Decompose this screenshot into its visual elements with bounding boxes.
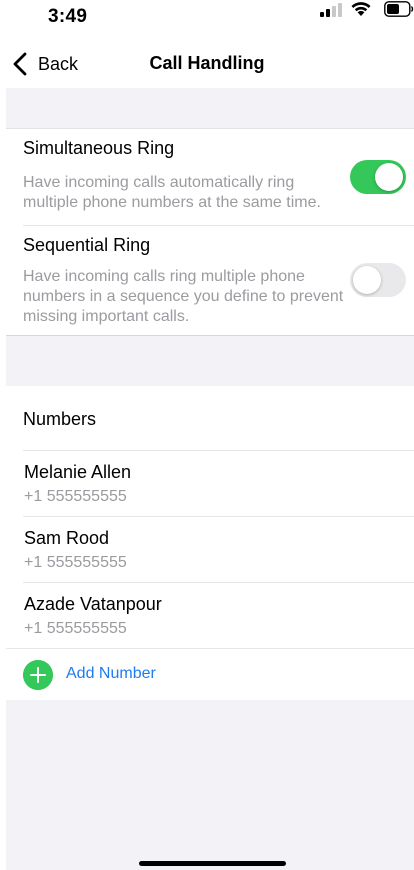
empty-area bbox=[6, 700, 414, 870]
contact-name: Melanie Allen bbox=[24, 462, 132, 482]
toggle-knob bbox=[353, 266, 381, 294]
section-spacer bbox=[6, 88, 414, 128]
number-list-item[interactable]: Melanie Allen +1 555555555 bbox=[6, 450, 414, 516]
contact-phone: +1 555555555 bbox=[24, 620, 127, 637]
ring-settings-section: Simultaneous Ring Have incoming calls au… bbox=[6, 128, 414, 336]
contact-name: Azade Vatanpour bbox=[24, 594, 162, 614]
simultaneous-ring-description: Have incoming calls automatically ring m… bbox=[23, 174, 321, 211]
numbers-header: Numbers bbox=[23, 409, 97, 429]
contact-name: Sam Rood bbox=[24, 528, 110, 548]
navigation-bar: Back Call Handling bbox=[0, 40, 414, 88]
add-number-button[interactable]: Add Number bbox=[6, 648, 414, 700]
page-title: Call Handling bbox=[149, 53, 265, 73]
phone-screen: 3:49 Back Call Handling Simultaneous Rin… bbox=[0, 0, 414, 870]
wifi-icon bbox=[351, 2, 371, 16]
status-time: 3:49 bbox=[48, 6, 88, 27]
number-list-item[interactable]: Sam Rood +1 555555555 bbox=[6, 516, 414, 582]
number-list-item[interactable]: Azade Vatanpour +1 555555555 bbox=[6, 582, 414, 648]
status-bar: 3:49 bbox=[0, 0, 414, 40]
numbers-section: Numbers Melanie Allen +1 555555555 Sam R… bbox=[6, 386, 414, 700]
sequential-ring-toggle[interactable] bbox=[350, 263, 406, 297]
sequential-ring-description: Have incoming calls ring multiple phone … bbox=[23, 268, 344, 325]
divider bbox=[23, 225, 414, 226]
plus-circle-icon[interactable] bbox=[23, 660, 53, 690]
toggle-knob bbox=[375, 163, 403, 191]
section-spacer bbox=[6, 336, 414, 386]
simultaneous-ring-title: Simultaneous Ring bbox=[23, 138, 175, 158]
simultaneous-ring-toggle[interactable] bbox=[350, 160, 406, 194]
signal-icon bbox=[320, 3, 342, 17]
add-number-label: Add Number bbox=[66, 665, 156, 682]
contact-phone: +1 555555555 bbox=[24, 554, 127, 571]
battery-icon bbox=[384, 1, 414, 17]
contact-phone: +1 555555555 bbox=[24, 488, 127, 505]
home-indicator[interactable] bbox=[139, 861, 286, 866]
sequential-ring-title: Sequential Ring bbox=[23, 235, 151, 255]
